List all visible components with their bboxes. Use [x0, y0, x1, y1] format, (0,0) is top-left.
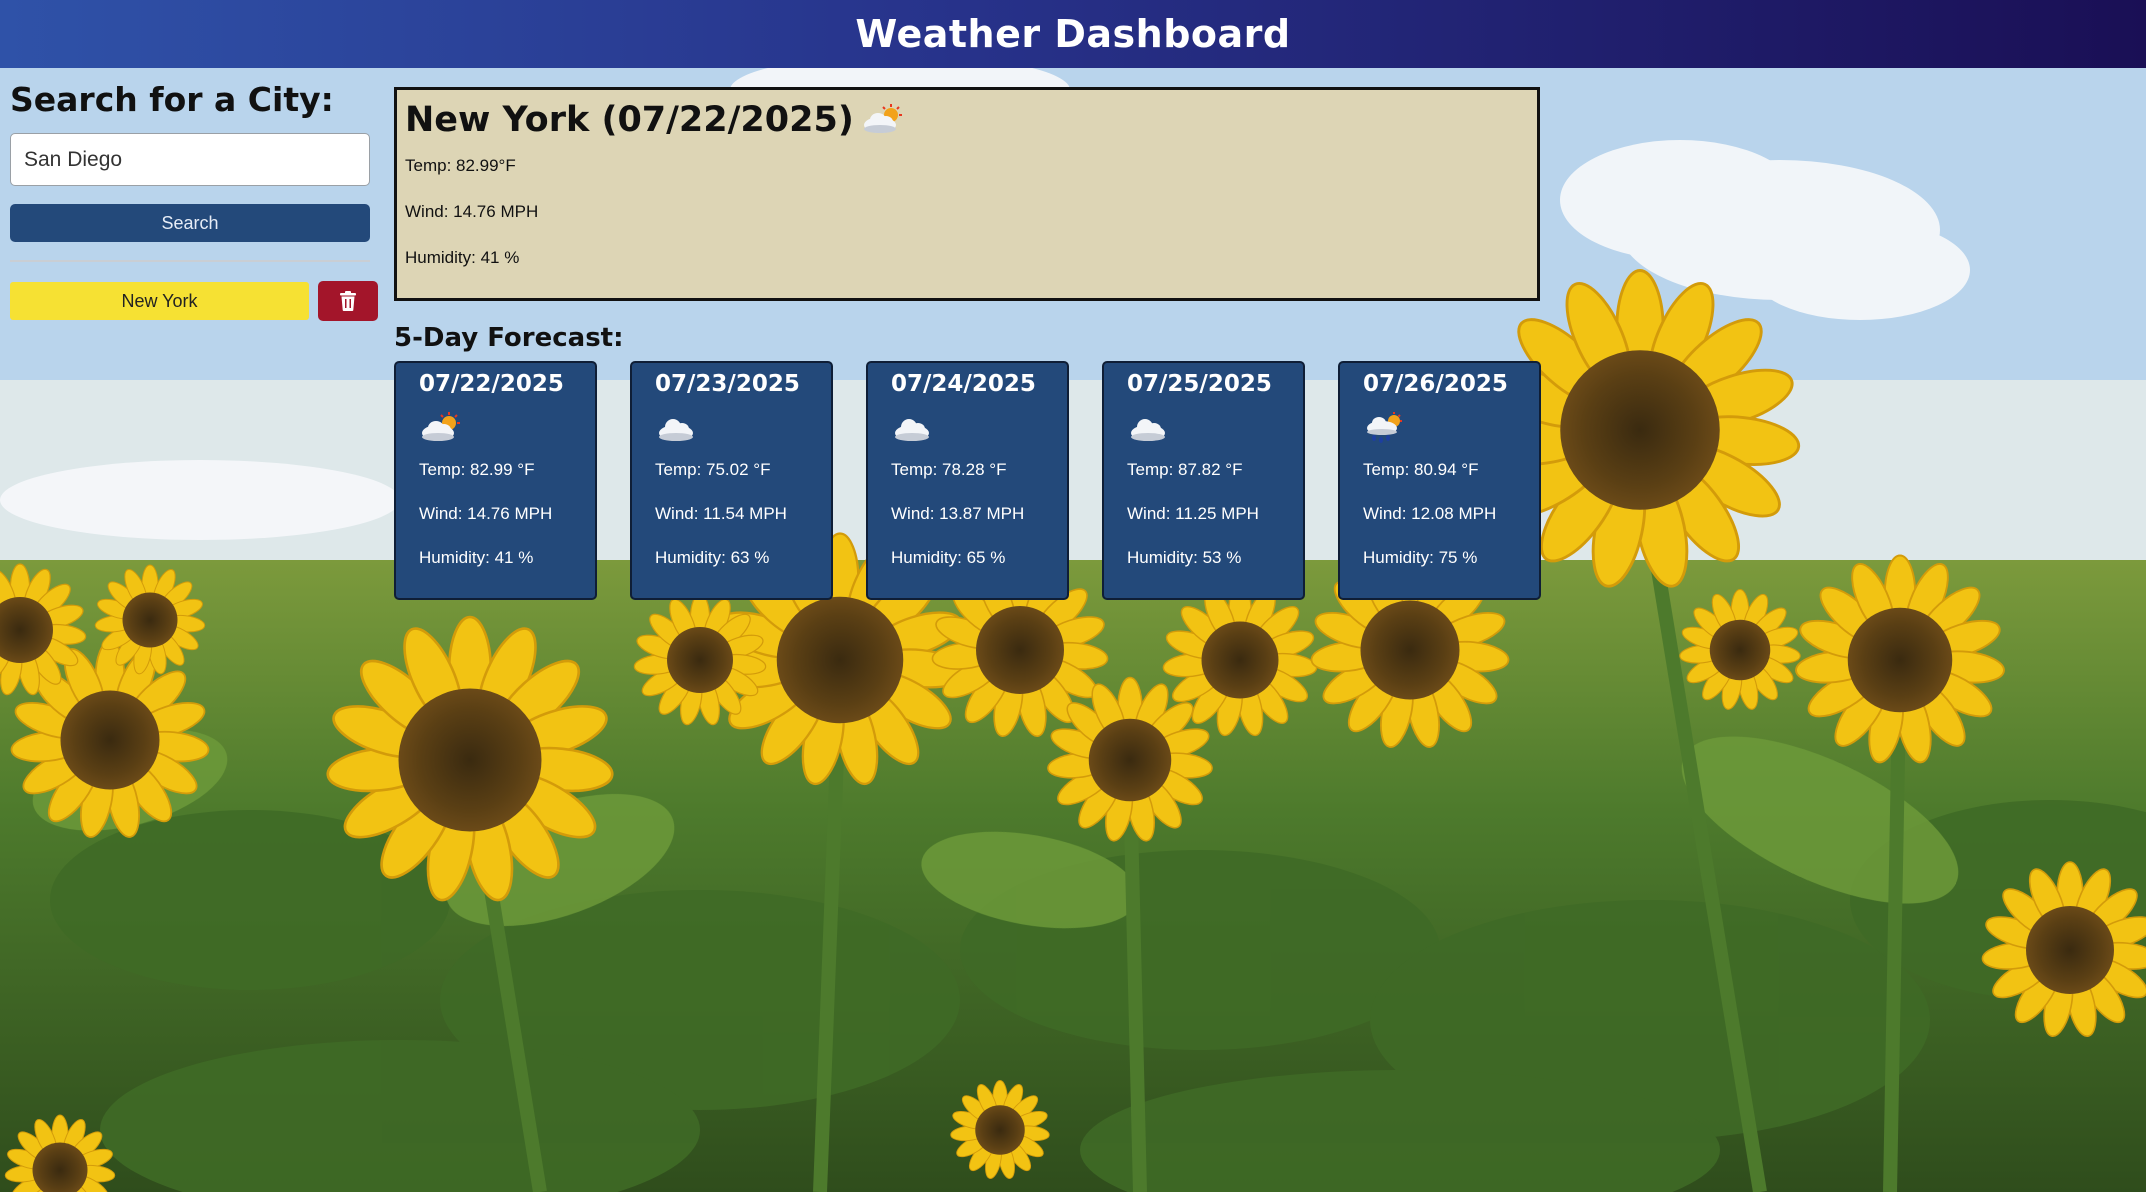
forecast-list: 07/22/2025 Temp: 82.99 °F Wind: 14.76 MP… [394, 361, 1541, 600]
cloud-icon [1131, 419, 1165, 441]
forecast-card: 07/24/2025 Temp: 78.28 °F Wind: 13.87 MP… [866, 361, 1069, 600]
forecast-date: 07/23/2025 [655, 371, 800, 397]
forecast-wind: Wind: 11.54 MPH [655, 504, 787, 523]
partly-cloudy-sun-icon [422, 412, 460, 441]
cloud-icon [895, 419, 929, 441]
forecast-wind: Wind: 11.25 MPH [1127, 504, 1259, 523]
forecast-date: 07/22/2025 [419, 371, 564, 397]
forecast-card: 07/23/2025 Temp: 75.02 °F Wind: 11.54 MP… [630, 361, 833, 600]
current-wind: Wind: 14.76 MPH [405, 202, 539, 221]
forecast-card: 07/26/2025 Temp: 80.94 °F Wind: 12.08 MP… [1338, 361, 1541, 600]
cloud-icon [659, 419, 693, 441]
forecast-temp: Temp: 80.94 °F [1363, 460, 1479, 479]
forecast-date: 07/24/2025 [891, 371, 1036, 397]
city-search-input[interactable] [10, 133, 370, 186]
history-item: New York [10, 281, 378, 321]
sidebar-divider [10, 260, 370, 262]
forecast-wind: Wind: 13.87 MPH [891, 504, 1025, 523]
forecast-date: 07/26/2025 [1363, 371, 1508, 397]
history-city-button[interactable]: New York [10, 282, 309, 320]
search-heading: Search for a City: [10, 80, 334, 119]
current-temp: Temp: 82.99°F [405, 156, 516, 175]
forecast-temp: Temp: 87.82 °F [1127, 460, 1243, 479]
app-header: Weather Dashboard [0, 0, 2146, 68]
forecast-humidity: Humidity: 65 % [891, 548, 1006, 567]
current-humidity: Humidity: 41 % [405, 248, 520, 267]
forecast-humidity: Humidity: 75 % [1363, 548, 1478, 567]
search-sidebar: Search for a City: Search New York [10, 80, 378, 321]
forecast-date: 07/25/2025 [1127, 371, 1272, 397]
delete-history-button[interactable] [318, 281, 378, 321]
current-weather-card: New York (07/22/2025) Temp: 82.99°F Wind… [394, 87, 1540, 301]
forecast-heading: 5-Day Forecast: [394, 323, 624, 353]
partly-cloudy-sun-icon [863, 104, 902, 133]
forecast-humidity: Humidity: 53 % [1127, 548, 1242, 567]
app-title: Weather Dashboard [855, 12, 1291, 56]
forecast-temp: Temp: 78.28 °F [891, 460, 1007, 479]
forecast-humidity: Humidity: 41 % [419, 548, 534, 567]
forecast-card: 07/22/2025 Temp: 82.99 °F Wind: 14.76 MP… [394, 361, 597, 600]
forecast-card: 07/25/2025 Temp: 87.82 °F Wind: 11.25 MP… [1102, 361, 1305, 600]
trash-icon [340, 291, 356, 311]
forecast-humidity: Humidity: 63 % [655, 548, 770, 567]
current-city-title: New York (07/22/2025) [405, 100, 854, 140]
forecast-wind: Wind: 14.76 MPH [419, 504, 553, 523]
forecast-wind: Wind: 12.08 MPH [1363, 504, 1497, 523]
forecast-temp: Temp: 82.99 °F [419, 460, 535, 479]
rain-sun-cloud-icon [1367, 412, 1402, 443]
search-button[interactable]: Search [10, 204, 370, 242]
forecast-temp: Temp: 75.02 °F [655, 460, 771, 479]
